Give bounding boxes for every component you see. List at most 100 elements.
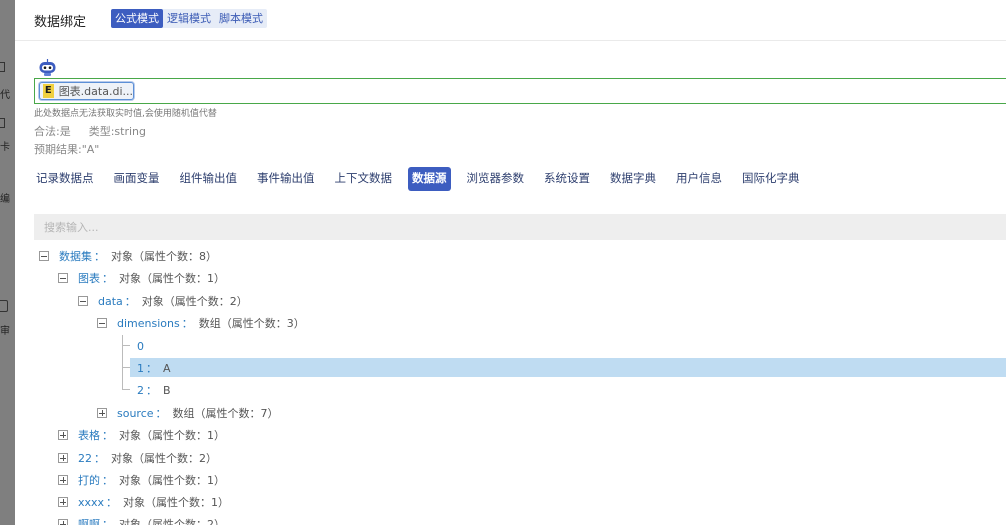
expression-badge-icon: E (43, 84, 54, 98)
tree-node[interactable]: source： 数组（属性个数：7） (97, 404, 279, 422)
node-separator: ： (146, 384, 157, 397)
dialog-title: 数据绑定 (34, 15, 87, 30)
tree-node[interactable]: data： 对象（属性个数：2） (78, 292, 248, 310)
tree-leaf[interactable]: 2： B (137, 381, 171, 399)
node-separator: ： (102, 429, 113, 442)
node-value: 对象（属性个数：2） (119, 518, 225, 525)
tree-node[interactable]: 数据集： 对象（属性个数：8） (39, 247, 217, 265)
tree-connector (122, 367, 130, 368)
tree-node[interactable]: 表格： 对象（属性个数：1） (58, 426, 225, 444)
node-value: B (163, 383, 171, 397)
backdrop-text: 卡 (0, 142, 10, 153)
collapse-icon[interactable] (58, 273, 68, 283)
tab-datasource[interactable]: 数据源 (408, 167, 451, 191)
expand-icon[interactable] (58, 453, 68, 463)
search-input[interactable] (34, 214, 1006, 240)
node-value: 对象（属性个数：1） (119, 474, 225, 487)
node-value: 数组（属性个数：7） (172, 407, 279, 420)
node-value: 对象（属性个数：2） (141, 295, 248, 308)
formula-editor[interactable]: E 图表.data.di... (34, 78, 1006, 104)
tab-screen-variables[interactable]: 画面变量 (110, 167, 164, 191)
tree-connector (122, 389, 130, 390)
node-key: data (98, 294, 123, 308)
node-separator: ： (94, 452, 105, 465)
expand-icon[interactable] (58, 497, 68, 507)
mode-tab-logic[interactable]: 逻辑模式 (163, 9, 215, 28)
node-value: A (163, 361, 171, 375)
legal-status: 合法:是 (34, 125, 71, 138)
node-key: 2 (137, 383, 144, 397)
backdrop-text: 审 (0, 326, 10, 337)
expand-icon[interactable] (97, 408, 107, 418)
collapse-icon[interactable] (78, 296, 88, 306)
dialog-header: 数据绑定 公式模式 逻辑模式 脚本模式 (15, 0, 1006, 41)
tab-data-dictionary[interactable]: 数据字典 (606, 167, 660, 191)
tab-browser-params[interactable]: 浏览器参数 (463, 167, 529, 191)
source-tabs: 记录数据点 画面变量 组件输出值 事件输出值 上下文数据 数据源 浏览器参数 系… (32, 167, 816, 191)
node-separator: ： (146, 362, 157, 375)
node-key: 0 (137, 339, 144, 353)
tree-node[interactable]: 图表： 对象（属性个数：1） (58, 269, 225, 287)
tree-connector (122, 335, 123, 390)
selected-row-highlight (130, 358, 1006, 377)
value-type: 类型:string (88, 125, 147, 138)
tab-system-settings[interactable]: 系统设置 (540, 167, 594, 191)
tab-user-info[interactable]: 用户信息 (672, 167, 726, 191)
collapse-icon[interactable] (39, 251, 49, 261)
node-key: 打的 (78, 474, 100, 487)
datapoint-chip[interactable]: E 图表.data.di... (39, 82, 134, 100)
tree-leaf[interactable]: 0 (137, 337, 144, 355)
node-separator: ： (155, 407, 167, 420)
node-key: 1 (137, 361, 144, 375)
node-separator: ： (102, 518, 113, 525)
node-value: 对象（属性个数：2） (111, 452, 217, 465)
tab-context-data[interactable]: 上下文数据 (331, 167, 397, 191)
backdrop-icon (0, 300, 8, 312)
tree-node[interactable]: 打的： 对象（属性个数：1） (58, 471, 225, 489)
node-value: 对象（属性个数：1） (123, 496, 230, 509)
node-separator: ： (102, 474, 113, 487)
node-key: source (117, 406, 154, 420)
tree-node[interactable]: dimensions： 数组（属性个数：3） (97, 314, 305, 332)
node-key: 数据集 (59, 250, 92, 263)
node-key: 表格 (78, 429, 100, 442)
datapoint-chip-label: 图表.data.di... (58, 85, 133, 98)
tree-node[interactable]: 啊啊： 对象（属性个数：2） (58, 515, 225, 525)
tree-connector (122, 345, 130, 346)
expected-result: 预期结果:"A" (34, 143, 100, 156)
backdrop-page: 代 卡 编 审 (0, 0, 15, 525)
mode-tab-script[interactable]: 脚本模式 (215, 9, 267, 28)
validation-info: 合法:是 类型:string (34, 123, 146, 139)
node-key: 图表 (78, 272, 100, 285)
realtime-hint: 此处数据点无法获取实时值,会使用随机值代替 (34, 109, 217, 119)
node-separator: ： (94, 250, 105, 263)
node-value: 对象（属性个数：1） (119, 272, 225, 285)
robot-assistant-icon[interactable] (38, 59, 57, 77)
tab-record-datapoints[interactable]: 记录数据点 (32, 167, 98, 191)
node-value: 对象（属性个数：1） (119, 429, 225, 442)
node-key: xxxx (78, 495, 105, 509)
node-separator: ： (124, 295, 136, 308)
node-separator: ： (106, 496, 118, 509)
expand-icon[interactable] (58, 519, 68, 525)
node-separator: ： (181, 317, 193, 330)
expand-icon[interactable] (58, 475, 68, 485)
tab-event-output[interactable]: 事件输出值 (253, 167, 319, 191)
node-separator: ： (102, 272, 113, 285)
tree-node[interactable]: 22： 对象（属性个数：2） (58, 449, 217, 467)
tree-node[interactable]: xxxx： 对象（属性个数：1） (58, 493, 229, 511)
tab-component-output[interactable]: 组件输出值 (176, 167, 242, 191)
expand-icon[interactable] (58, 430, 68, 440)
node-key: 22 (78, 451, 92, 465)
collapse-icon[interactable] (97, 318, 107, 328)
node-key: dimensions (117, 316, 180, 330)
backdrop-text: 代 (0, 90, 10, 101)
backdrop-text: 编 (0, 194, 10, 205)
node-value: 数组（属性个数：3） (198, 317, 305, 330)
tab-i18n-dictionary[interactable]: 国际化字典 (738, 167, 804, 191)
mode-switcher: 公式模式 逻辑模式 脚本模式 (111, 9, 267, 28)
node-key: 啊啊 (78, 518, 100, 525)
tree-leaf-selected[interactable]: 1： A (137, 359, 171, 377)
node-value: 对象（属性个数：8） (111, 250, 217, 263)
mode-tab-formula[interactable]: 公式模式 (111, 9, 163, 28)
